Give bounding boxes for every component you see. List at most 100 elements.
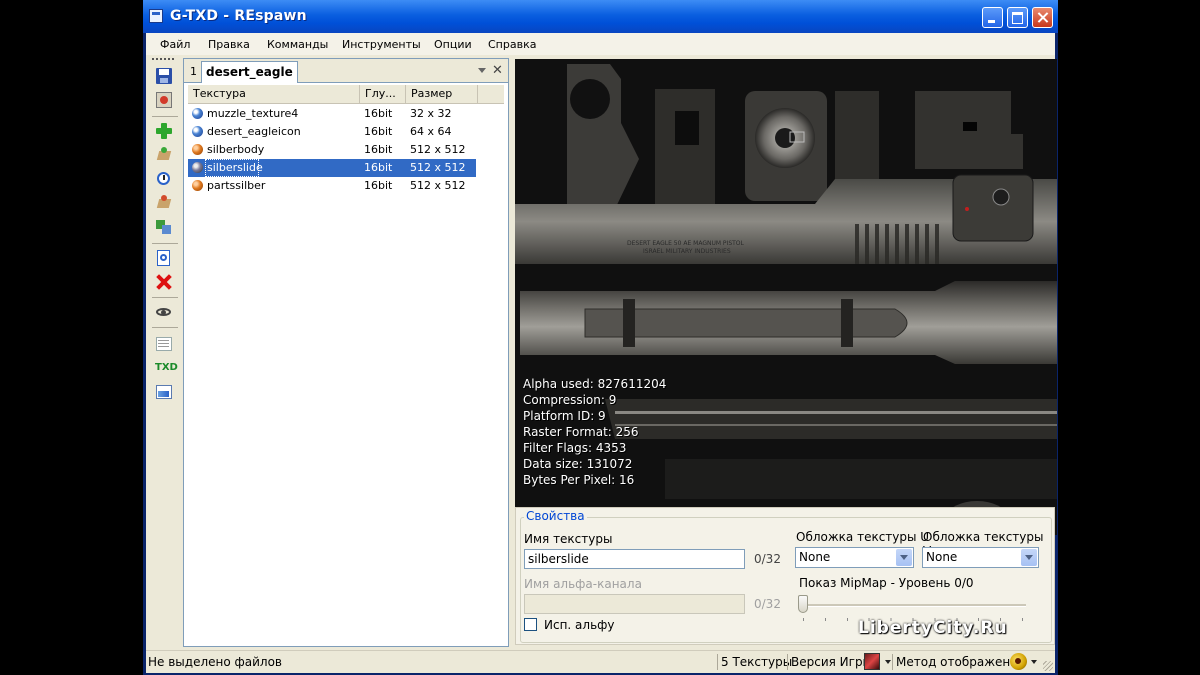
tab-index: 1: [190, 65, 197, 78]
alpha-name-label: Имя альфа-канала: [524, 577, 642, 591]
column-depth[interactable]: Глу...: [360, 85, 406, 103]
opaque-texture-icon: [192, 144, 203, 155]
import-icon[interactable]: [155, 146, 173, 164]
menu-commands[interactable]: Комманды: [267, 38, 328, 51]
menu-edit[interactable]: Правка: [208, 38, 250, 51]
replace-icon[interactable]: [155, 218, 173, 236]
save-icon[interactable]: [155, 67, 173, 85]
texture-name-cell: silberbody: [207, 143, 265, 156]
status-bar: Не выделено файлов 5 Текстуры Версия Игр…: [146, 650, 1055, 673]
mipmap-slider-thumb[interactable]: [798, 595, 808, 613]
client-area: Файл Правка Комманды Инструменты Опции С…: [146, 33, 1057, 673]
use-alpha-checkbox[interactable]: [524, 618, 537, 631]
properties-icon[interactable]: [155, 335, 173, 353]
timer-icon[interactable]: [155, 170, 173, 188]
mipmap-label: Показ MipMap - Уровень 0/0: [799, 576, 974, 590]
texture-info-line: Compression: 9: [523, 393, 617, 407]
texture-row[interactable]: silberbody 16bit 512 x 512: [188, 141, 476, 159]
column-size[interactable]: Размер: [406, 85, 478, 103]
texture-list-header: Текстура Глу... Размер: [188, 85, 504, 104]
texture-row[interactable]: muzzle_texture4 16bit 32 x 32: [188, 105, 476, 123]
wrap-v-value: None: [926, 550, 958, 564]
opaque-texture-icon: [192, 180, 203, 191]
resize-grip[interactable]: [1043, 661, 1053, 671]
texture-name-cell: desert_eagleicon: [207, 125, 301, 138]
tab-list-chevron-down-icon[interactable]: [478, 68, 486, 73]
properties-panel: Свойства Имя текстуры silberslide 0/32 И…: [515, 507, 1055, 645]
watermark: LibertyCity.Ru: [858, 618, 1008, 638]
texture-row[interactable]: partssilber 16bit 512 x 512: [188, 177, 476, 195]
wrap-u-label: Обложка текстуры U: [796, 530, 930, 544]
texture-size-cell: 512 x 512: [410, 179, 466, 192]
add-icon[interactable]: [155, 122, 173, 140]
title-bar[interactable]: G-TXD - REspawn: [143, 0, 1058, 33]
app-icon: [149, 9, 163, 23]
texture-row[interactable]: desert_eagleicon 16bit 64 x 64: [188, 123, 476, 141]
texture-row[interactable]: silberslide 16bit 512 x 512: [188, 159, 476, 177]
texture-name-field[interactable]: silberslide: [524, 549, 745, 569]
chevron-down-icon: [896, 549, 912, 566]
minimize-button[interactable]: [982, 7, 1003, 28]
convert-icon[interactable]: [155, 249, 173, 267]
status-texture-count: 5 Текстуры: [721, 655, 793, 669]
alpha-texture-icon: [192, 126, 203, 137]
mipmap-slider-track[interactable]: [800, 604, 1026, 607]
texture-info-line: Platform ID: 9: [523, 409, 606, 423]
image-view-icon[interactable]: [155, 383, 173, 401]
game-version-chevron-down-icon[interactable]: [885, 660, 891, 664]
texture-depth-cell: 16bit: [364, 143, 393, 156]
texture-size-cell: 32 x 32: [410, 107, 452, 120]
window-title: G-TXD - REspawn: [170, 8, 307, 24]
texture-info-line: Data size: 131072: [523, 457, 633, 471]
toolbar-grip[interactable]: [152, 58, 176, 60]
texture-depth-cell: 16bit: [364, 125, 393, 138]
status-separator: [717, 654, 718, 670]
toolbar-separator: [152, 243, 178, 244]
texture-size-cell: 64 x 64: [410, 125, 452, 138]
view-icon[interactable]: [155, 303, 173, 321]
status-separator: [892, 654, 893, 670]
save-as-icon[interactable]: [155, 91, 173, 109]
column-texture[interactable]: Текстура: [188, 85, 360, 103]
menu-file[interactable]: Файл: [160, 38, 190, 51]
vertical-toolbar: TXD: [150, 56, 180, 644]
close-button[interactable]: [1032, 7, 1053, 28]
render-method-label: Метод отображения: [896, 655, 1026, 669]
chevron-down-icon: [1021, 549, 1037, 566]
toolbar-separator: [152, 116, 178, 117]
alpha-name-count: 0/32: [754, 597, 781, 611]
txd-icon[interactable]: TXD: [155, 359, 178, 377]
texture-info-line: Raster Format: 256: [523, 425, 639, 439]
toolbar-separator: [152, 297, 178, 298]
texture-info-line: Filter Flags: 4353: [523, 441, 627, 455]
wrap-u-value: None: [799, 550, 831, 564]
texture-list-panel: 1 desert_eagle ✕ Текстура Глу... Размер …: [183, 58, 509, 647]
alpha-texture-icon: [192, 108, 203, 119]
app-window: G-TXD - REspawn Файл Правка Комманды Инс…: [143, 0, 1058, 675]
document-tabstrip: 1 desert_eagle ✕: [184, 59, 508, 83]
texture-info-line: Bytes Per Pixel: 16: [523, 473, 635, 487]
wrap-v-select[interactable]: None: [922, 547, 1039, 568]
properties-title: Свойства: [524, 509, 587, 523]
menu-tools[interactable]: Инструменты: [342, 38, 421, 51]
export-icon[interactable]: [155, 194, 173, 212]
texture-depth-cell: 16bit: [364, 161, 393, 174]
menu-options[interactable]: Опции: [434, 38, 472, 51]
alpha-name-field[interactable]: [524, 594, 745, 614]
menu-help[interactable]: Справка: [488, 38, 536, 51]
wrap-u-select[interactable]: None: [795, 547, 914, 568]
delete-icon[interactable]: [155, 273, 173, 291]
texture-info-overlay: Alpha used: 827611204 Compression: 9 Platf…: [523, 376, 666, 488]
game-version-label: Версия Игры: [791, 655, 873, 669]
render-method-chevron-down-icon[interactable]: [1031, 660, 1037, 664]
toolbar-separator: [152, 327, 178, 328]
texture-name-cell: silberslide: [207, 161, 263, 174]
tab-close-icon[interactable]: ✕: [492, 63, 503, 78]
tab-desert-eagle[interactable]: desert_eagle: [201, 61, 298, 83]
texture-name-cell: partssilber: [207, 179, 266, 192]
texture-name-count: 0/32: [754, 552, 781, 566]
texture-name-cell: muzzle_texture4: [207, 107, 299, 120]
maximize-button[interactable]: [1007, 7, 1028, 28]
render-method-icon[interactable]: [1010, 653, 1027, 670]
game-version-icon[interactable]: [864, 653, 880, 670]
